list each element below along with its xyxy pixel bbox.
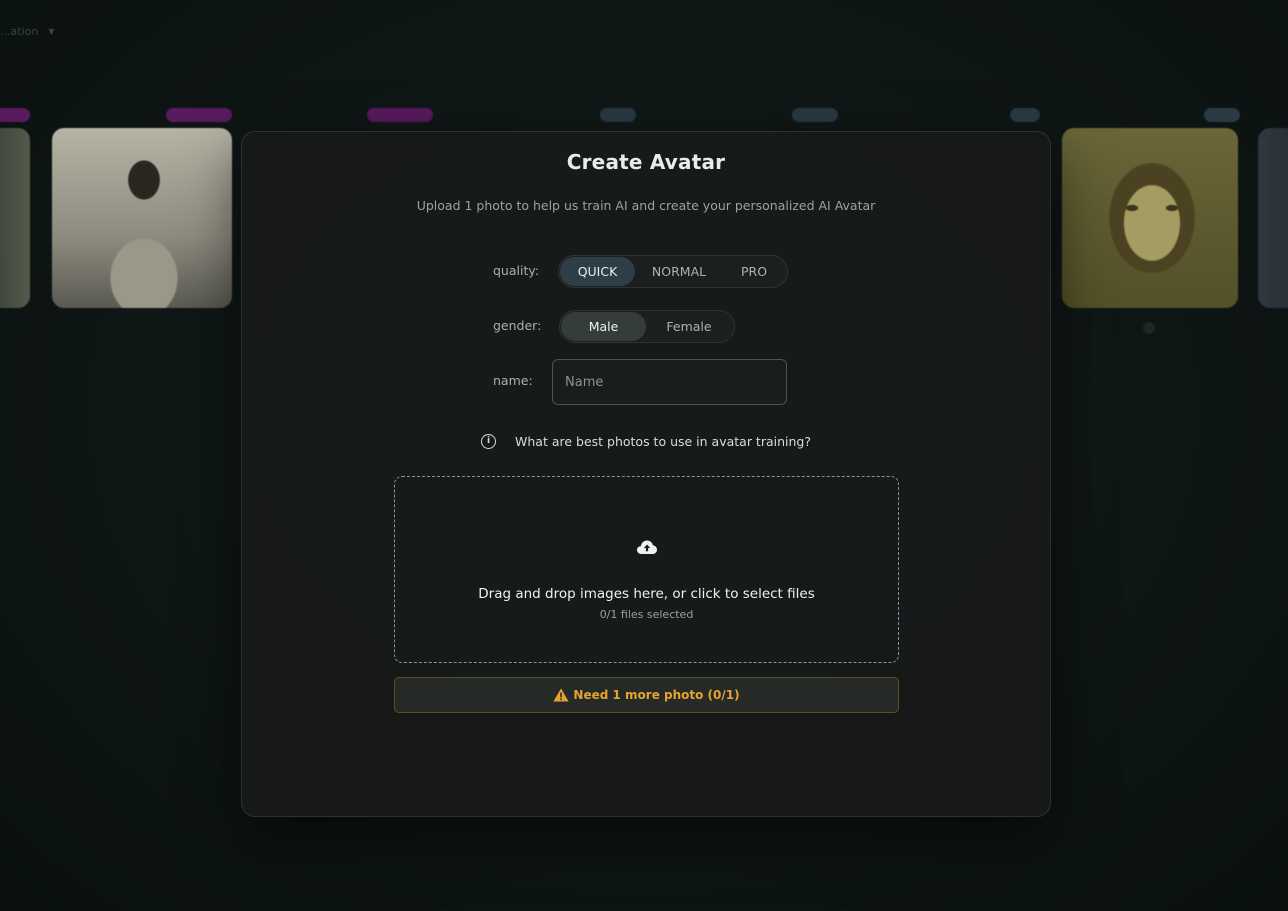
background-tag <box>1204 108 1240 122</box>
info-icon: i <box>481 434 496 449</box>
background-tag <box>367 108 433 122</box>
quality-option-pro[interactable]: PRO <box>723 257 785 286</box>
background-tag <box>1010 108 1040 122</box>
dropzone-instructions: Drag and drop images here, or click to s… <box>478 586 815 602</box>
quality-label: quality: <box>493 263 540 278</box>
photo-requirement-warning: Need 1 more photo (0/1) <box>394 677 899 713</box>
gender-option-female[interactable]: Female <box>646 312 732 341</box>
cloud-upload-icon <box>636 540 657 554</box>
avatar-thumbnail <box>52 128 232 308</box>
background-tag <box>792 108 838 122</box>
avatar-thumbnail <box>0 128 30 308</box>
background-dot <box>1143 322 1155 334</box>
warning-triangle-icon <box>553 688 570 702</box>
avatar-thumbnail <box>1258 128 1288 308</box>
best-photos-help-link[interactable]: i What are best photos to use in avatar … <box>481 434 811 449</box>
modal-title: Create Avatar <box>566 150 726 174</box>
gender-selector: Male Female <box>559 310 735 343</box>
background-tag <box>600 108 636 122</box>
name-label: name: <box>493 373 533 388</box>
gender-option-male[interactable]: Male <box>561 312 646 341</box>
quality-selector: QUICK NORMAL PRO <box>558 255 788 288</box>
name-input[interactable] <box>552 359 787 405</box>
modal-subtitle: Upload 1 photo to help us train AI and c… <box>416 198 876 213</box>
background-tag <box>166 108 232 122</box>
files-selected-count: 0/1 files selected <box>599 608 694 621</box>
background-header: ...ation ▼ <box>0 22 54 40</box>
quality-option-normal[interactable]: NORMAL <box>635 257 723 286</box>
warning-text: Need 1 more photo (0/1) <box>573 688 740 702</box>
avatar-thumbnail <box>1062 128 1238 308</box>
gender-label: gender: <box>493 318 542 333</box>
background-header-text: ...ation <box>0 24 39 38</box>
background-tag <box>0 108 30 122</box>
create-avatar-modal: Create Avatar Upload 1 photo to help us … <box>241 131 1051 817</box>
help-link-text: What are best photos to use in avatar tr… <box>515 434 811 449</box>
chevron-down-icon: ▼ <box>48 26 55 36</box>
image-dropzone[interactable]: Drag and drop images here, or click to s… <box>394 476 899 663</box>
quality-option-quick[interactable]: QUICK <box>560 257 635 286</box>
